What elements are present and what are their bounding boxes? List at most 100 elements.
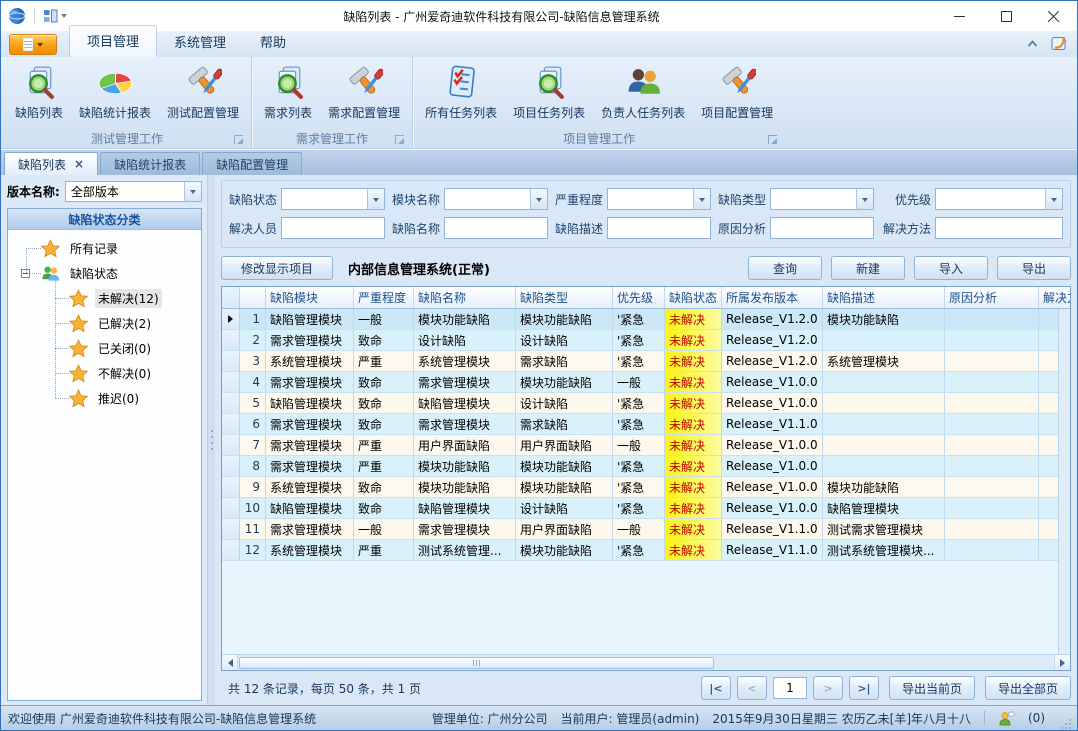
table-cell[interactable]: 模块功能缺陷 [516, 456, 613, 476]
dialog-launcher-icon[interactable] [234, 135, 243, 144]
splitter-handle[interactable] [208, 175, 215, 705]
table-cell[interactable]: '紧急 [613, 540, 665, 560]
table-cell[interactable]: 缺陷管理模块 [266, 309, 354, 329]
table-cell[interactable]: Release_V1.0.0 [722, 498, 823, 518]
table-cell[interactable] [945, 414, 1039, 434]
tree-item[interactable]: 所有记录 [8, 236, 201, 261]
table-cell[interactable]: '紧急 [613, 351, 665, 371]
ribbon-tab[interactable]: 项目管理 [69, 25, 157, 57]
table-cell[interactable]: 系统管理模块 [266, 540, 354, 560]
table-cell[interactable]: 需求管理模块 [266, 414, 354, 434]
table-cell[interactable]: 模块功能缺陷 [414, 309, 516, 329]
table-cell[interactable]: '紧急 [613, 498, 665, 518]
column-header[interactable]: 原因分析 [945, 287, 1039, 308]
filter-combobox[interactable] [770, 188, 874, 210]
table-row[interactable]: 7需求管理模块严重用户界面缺陷用户界面缺陷一般未解决Release_V1.0.0 [222, 435, 1070, 456]
filter-combobox[interactable] [935, 188, 1063, 210]
scroll-left-button[interactable] [222, 655, 238, 670]
filter-input[interactable] [281, 217, 385, 239]
table-cell[interactable]: 模块功能缺陷 [516, 477, 613, 497]
column-header[interactable]: 所属发布版本 [722, 287, 823, 308]
table-cell[interactable]: 模块功能缺陷 [414, 456, 516, 476]
action-button[interactable]: 导出 [997, 256, 1071, 280]
tree-item[interactable]: 不解决(0) [8, 361, 201, 386]
table-cell[interactable]: 一般 [613, 519, 665, 539]
table-cell[interactable]: Release_V1.1.0 [722, 519, 823, 539]
table-cell[interactable]: '紧急 [613, 456, 665, 476]
table-cell[interactable]: 缺陷管理模块 [266, 393, 354, 413]
table-cell[interactable]: 需求管理模块 [266, 330, 354, 350]
table-cell[interactable]: 用户界面缺陷 [516, 435, 613, 455]
table-cell[interactable]: 模块功能缺陷 [414, 477, 516, 497]
table-cell[interactable]: 未解决 [665, 393, 722, 413]
table-cell[interactable]: 需求缺陷 [516, 414, 613, 434]
export-all-pages-button[interactable]: 导出全部页 [985, 676, 1071, 700]
table-cell[interactable]: 用户界面缺陷 [414, 435, 516, 455]
column-header[interactable]: 缺陷模块 [266, 287, 354, 308]
table-row[interactable]: 10缺陷管理模块致命缺陷管理模块设计缺陷'紧急未解决Release_V1.0.0… [222, 498, 1070, 519]
online-user-icon[interactable] [998, 711, 1015, 726]
ribbon-button[interactable]: 缺陷列表 [8, 60, 70, 123]
tree-item[interactable]: 推迟(0) [8, 386, 201, 411]
table-cell[interactable]: 缺陷管理模块 [823, 498, 945, 518]
modify-display-items-button[interactable]: 修改显示项目 [221, 256, 333, 280]
dialog-launcher-icon[interactable] [395, 135, 404, 144]
table-cell[interactable]: 未解决 [665, 456, 722, 476]
table-cell[interactable]: 缺陷管理模块 [266, 498, 354, 518]
filter-combobox[interactable] [444, 188, 548, 210]
table-cell[interactable] [945, 393, 1039, 413]
table-cell[interactable]: 致命 [354, 414, 414, 434]
table-cell[interactable]: 系统管理模块 [414, 351, 516, 371]
table-cell[interactable]: 模块功能缺陷 [823, 309, 945, 329]
minimize-button[interactable] [936, 1, 983, 31]
table-cell[interactable]: 模块功能缺陷 [516, 540, 613, 560]
table-cell[interactable]: 未解决 [665, 435, 722, 455]
export-current-page-button[interactable]: 导出当前页 [889, 676, 975, 700]
table-cell[interactable]: 严重 [354, 351, 414, 371]
table-cell[interactable]: 致命 [354, 498, 414, 518]
tree-item[interactable]: 未解决(12) [8, 286, 201, 311]
table-cell[interactable] [823, 414, 945, 434]
table-cell[interactable] [823, 456, 945, 476]
filter-input[interactable] [444, 217, 548, 239]
table-cell[interactable]: Release_V1.2.0 [722, 309, 823, 329]
table-cell[interactable]: 需求管理模块 [266, 519, 354, 539]
table-cell[interactable]: 模块功能缺陷 [516, 309, 613, 329]
table-row[interactable]: 4需求管理模块致命需求管理模块模块功能缺陷一般未解决Release_V1.0.0 [222, 372, 1070, 393]
maximize-button[interactable] [983, 1, 1030, 31]
ribbon-button[interactable]: 项目配置管理 [694, 60, 780, 123]
table-cell[interactable]: 严重 [354, 540, 414, 560]
page-number-input[interactable] [773, 677, 807, 699]
combo-dropdown-button[interactable] [184, 182, 201, 201]
column-header[interactable]: 优先级 [613, 287, 665, 308]
collapse-ribbon-icon[interactable] [1026, 39, 1039, 48]
table-cell[interactable]: 系统管理模块 [823, 351, 945, 371]
table-row[interactable]: 2需求管理模块致命设计缺陷设计缺陷'紧急未解决Release_V1.2.0 [222, 330, 1070, 351]
table-cell[interactable] [823, 435, 945, 455]
column-header[interactable]: 严重程度 [354, 287, 414, 308]
table-cell[interactable]: Release_V1.0.0 [722, 477, 823, 497]
action-button[interactable]: 查询 [748, 256, 822, 280]
ribbon-button[interactable]: 所有任务列表 [418, 60, 504, 123]
tree-item[interactable]: 缺陷状态 [8, 261, 201, 286]
close-button[interactable] [1030, 1, 1077, 31]
vertical-scrollbar[interactable] [1058, 309, 1070, 654]
table-cell[interactable]: 用户界面缺陷 [516, 519, 613, 539]
version-combobox[interactable]: 全部版本 [65, 181, 202, 202]
document-tab[interactable]: 缺陷统计报表 [100, 152, 200, 175]
table-cell[interactable] [945, 540, 1039, 560]
table-cell[interactable]: 未解决 [665, 540, 722, 560]
dialog-launcher-icon[interactable] [768, 135, 777, 144]
table-cell[interactable]: 未解决 [665, 351, 722, 371]
table-cell[interactable]: 致命 [354, 477, 414, 497]
table-cell[interactable]: 未解决 [665, 414, 722, 434]
ribbon-button[interactable]: 项目任务列表 [506, 60, 592, 123]
table-cell[interactable]: Release_V1.2.0 [722, 351, 823, 371]
table-cell[interactable]: Release_V1.1.0 [722, 414, 823, 434]
table-cell[interactable]: Release_V1.0.0 [722, 435, 823, 455]
table-row[interactable]: 8需求管理模块严重模块功能缺陷模块功能缺陷'紧急未解决Release_V1.0.… [222, 456, 1070, 477]
table-row[interactable]: 12系统管理模块严重测试系统管理...模块功能缺陷'紧急未解决Release_V… [222, 540, 1070, 561]
table-cell[interactable]: 设计缺陷 [516, 393, 613, 413]
tree-item[interactable]: 已关闭(0) [8, 336, 201, 361]
table-cell[interactable]: 模块功能缺陷 [823, 477, 945, 497]
